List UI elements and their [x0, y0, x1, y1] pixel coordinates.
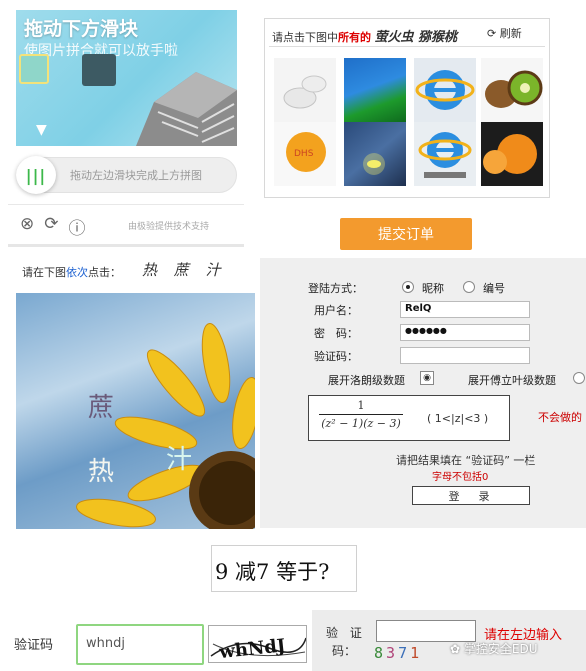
captcha-label: 码： — [332, 644, 357, 658]
tile-grass[interactable] — [344, 58, 406, 122]
info-icon[interactable]: ⓘ — [69, 214, 86, 239]
captcha-digit: 7 — [398, 644, 411, 662]
radio-id[interactable] — [463, 281, 475, 293]
captcha-image-text: whNdJ — [217, 635, 286, 663]
captcha-input[interactable]: whndj — [76, 624, 204, 665]
captcha-char[interactable]: 热 — [88, 451, 114, 488]
image-grid-captcha-panel: 请点击下图中所有的 萤火虫 猕猴桃 ⟳ 刷新 DHS 提交订单 — [247, 0, 586, 258]
fraction-numerator: 1 — [319, 399, 403, 415]
refresh-icon: ⟳ — [487, 27, 497, 40]
warning-text: 不会做的 — [538, 411, 582, 424]
login-method-label: 登陆方式： — [308, 282, 363, 295]
login-button[interactable]: 登 录 — [412, 486, 530, 505]
selected-dot-icon: ◉ — [423, 373, 431, 383]
grip-icon: ||| — [25, 165, 47, 185]
captcha-digit: 8 — [374, 644, 387, 662]
slider-title: 拖动下方滑块 — [24, 18, 139, 40]
captcha-char[interactable]: 蔗 — [88, 387, 114, 424]
click-captcha-panel: 请在下图依次点击： 热 蔗 汁 蔗 热 汁 — [8, 253, 258, 533]
puzzle-hole — [82, 54, 116, 86]
wechat-icon: ✿ — [450, 642, 461, 656]
radio-nickname[interactable] — [402, 281, 414, 293]
username-label: 用户名： — [314, 304, 358, 317]
submit-order-button[interactable]: 提交订单 — [340, 218, 472, 250]
prompt-text: 请在下图 — [22, 266, 66, 279]
tile-ie-logo[interactable] — [414, 58, 476, 122]
tile-orange-ball[interactable] — [481, 122, 543, 186]
fraction-denominator: (z² − 1)(z − 3) — [321, 417, 401, 430]
captcha-field[interactable] — [400, 347, 530, 364]
math-captcha-image: 9 减7 等于? — [211, 545, 357, 592]
captcha-digit: 1 — [410, 644, 423, 662]
divider — [8, 204, 244, 205]
slider-hint: 拖动左边滑块完成上方拼图 — [70, 169, 202, 182]
puzzle-piece — [19, 54, 49, 84]
click-prompt: 请在下图依次点击： — [22, 264, 121, 280]
click-sequence: 热 蔗 汁 — [142, 261, 227, 279]
username-field[interactable]: RelQ — [400, 301, 530, 318]
slider-handle[interactable]: ||| — [16, 156, 56, 194]
brand-credit: 由极验提供技术支持 — [128, 222, 210, 232]
fill-hint: 请把结果填在 “验证码” 一栏 — [396, 454, 536, 467]
puzzle-image: 拖动下方滑块 使图片拼合就可以放手啦 ▼ — [16, 10, 237, 146]
digit-captcha-panel: 验 证 码： 8371 ✿ 掌控安全EDU 请在左边输入 — [312, 610, 586, 671]
math-captcha-text: 9 减7 等于? — [215, 560, 330, 584]
fourier-series-radio[interactable] — [573, 372, 585, 384]
login-form-panel: 登陆方式： 昵称 编号 用户名： RelQ 密 码： ●●●●●● 验证码： 展… — [260, 258, 586, 528]
building-illustration — [136, 72, 237, 146]
tile-firefly[interactable] — [344, 122, 406, 186]
refresh-label: 刷新 — [499, 27, 522, 40]
fraction: 1 (z² − 1)(z − 3) — [319, 399, 403, 430]
grid-prompt: 请点击下图中所有的 萤火虫 猕猴桃 — [272, 26, 457, 45]
slider-captcha-panel: 拖动下方滑块 使图片拼合就可以放手啦 ▼ ||| 拖动左边滑块完成上方拼图 ⊗ … — [0, 0, 248, 250]
tile-kiwi[interactable] — [481, 58, 543, 122]
down-arrow-icon: ▼ — [36, 122, 47, 138]
captcha-label: 验证码： — [314, 350, 358, 363]
captcha-toolbar: ⊗ ⟳ ⓘ — [20, 214, 86, 239]
prompt-text: 请点击下图中 — [272, 31, 338, 44]
refresh-icon[interactable]: ⟳ — [44, 214, 58, 239]
digit-captcha-image: 8371 — [374, 644, 422, 662]
radio-id-label: 编号 — [483, 282, 505, 295]
tile-ping-pong-ball[interactable]: DHS — [274, 122, 336, 186]
divider — [269, 46, 545, 47]
laurent-series-radio[interactable]: ◉ — [420, 371, 434, 385]
radio-nickname-label: 昵称 — [422, 282, 444, 295]
captcha-char[interactable]: 汁 — [166, 439, 192, 476]
sunflower-image[interactable]: 蔗 热 汁 — [16, 293, 255, 529]
prompt-text: 点击： — [88, 266, 121, 279]
prompt-targets: 萤火虫 猕猴桃 — [374, 30, 458, 45]
prompt-emphasis: 依次 — [66, 266, 88, 279]
captcha-label: 验证码 — [14, 638, 54, 653]
laurent-series-label: 展开洛朗级数题 — [328, 374, 405, 387]
close-circle-icon[interactable]: ⊗ — [20, 214, 34, 239]
math-problem-box: 1 (z² − 1)(z − 3) ( 1<|z|<3 ) — [308, 395, 510, 441]
divider — [8, 244, 244, 247]
digit-captcha-input[interactable] — [376, 620, 476, 642]
input-instruction: 请在左边输入 — [484, 628, 563, 643]
tile-pacifier[interactable] — [274, 58, 336, 122]
domain-condition: ( 1<|z|<3 ) — [427, 412, 489, 425]
password-label: 密 码： — [314, 327, 358, 340]
fourier-series-label: 展开傅立叶级数题 — [468, 374, 556, 387]
svg-text:DHS: DHS — [294, 149, 314, 159]
captcha-label: 验 证 — [326, 626, 366, 640]
tile-ie-box[interactable] — [414, 122, 476, 186]
prompt-emphasis: 所有的 — [338, 31, 371, 44]
watermark-text: 掌控安全EDU — [463, 642, 538, 656]
note-text: 字母不包括0 — [432, 472, 489, 483]
password-field[interactable]: ●●●●●● — [400, 324, 530, 341]
distorted-captcha-image[interactable]: whNdJ — [208, 625, 307, 663]
captcha-digit: 3 — [386, 644, 399, 662]
refresh-button[interactable]: ⟳ 刷新 — [487, 25, 522, 41]
